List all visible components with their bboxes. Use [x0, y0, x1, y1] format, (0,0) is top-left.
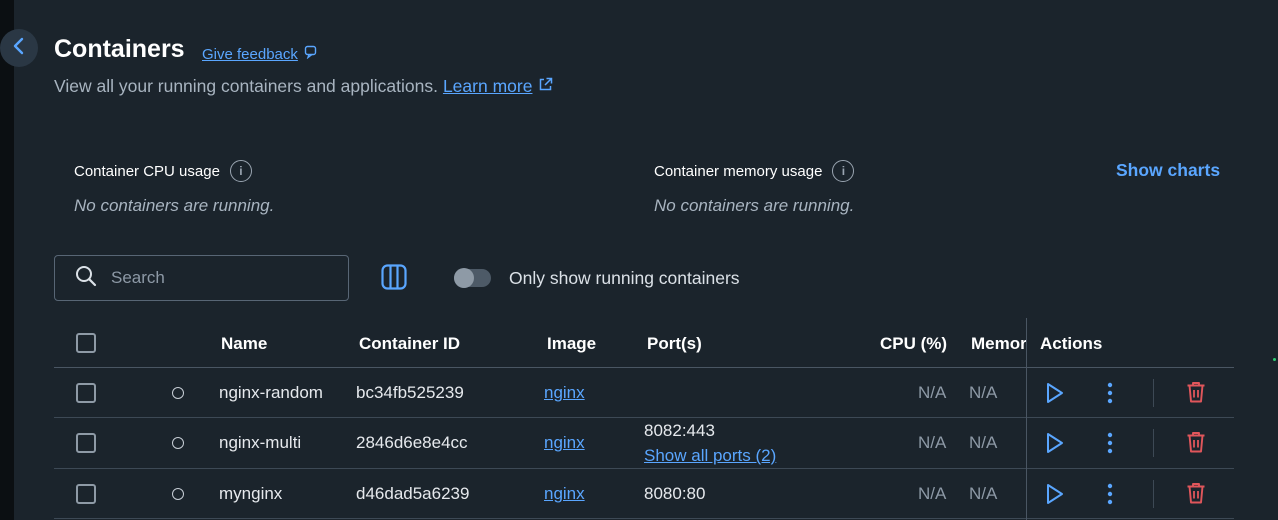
running-only-toggle[interactable]	[454, 268, 491, 288]
status-icon	[172, 437, 184, 449]
action-divider	[1153, 379, 1154, 407]
trash-icon[interactable]	[1186, 482, 1206, 509]
column-header-actions: Actions	[1040, 334, 1103, 353]
play-icon[interactable]	[1045, 483, 1065, 510]
page-subtitle: View all your running containers and app…	[54, 76, 553, 97]
cpu-value: N/A	[918, 383, 947, 402]
image-link[interactable]: nginx	[544, 484, 585, 504]
cpu-value: N/A	[918, 484, 947, 503]
running-only-label: Only show running containers	[509, 268, 740, 288]
container-id: 2846d6e8e4cc	[356, 433, 468, 452]
search-box[interactable]	[54, 255, 349, 301]
trash-icon[interactable]	[1186, 381, 1206, 408]
actions-column-divider	[1026, 318, 1027, 520]
chevron-left-icon	[12, 37, 26, 60]
memory-usage-empty: No containers are running.	[654, 196, 855, 215]
memory-value: N/A	[969, 383, 998, 402]
container-name[interactable]: nginx-random	[219, 383, 323, 403]
port-value: 8082:443	[644, 421, 715, 440]
subtitle-text: View all your running containers and app…	[54, 76, 438, 96]
column-header-cpu[interactable]: CPU (%)	[880, 334, 947, 354]
info-icon[interactable]: i	[229, 160, 252, 182]
container-name[interactable]: mynginx	[219, 484, 282, 504]
container-id: d46dad5a6239	[356, 484, 470, 503]
memory-usage-panel: Container memory usage i No containers a…	[654, 160, 855, 216]
column-header-image[interactable]: Image	[547, 334, 596, 354]
action-divider	[1153, 480, 1154, 508]
play-icon[interactable]	[1045, 432, 1065, 459]
search-icon	[75, 265, 97, 292]
container-name[interactable]: nginx-multi	[219, 433, 301, 453]
status-indicator-dot	[1273, 358, 1276, 361]
memory-value: N/A	[969, 484, 998, 503]
give-feedback-label: Give feedback	[202, 45, 298, 63]
more-vertical-icon[interactable]	[1107, 382, 1113, 409]
cpu-usage-panel: Container CPU usage i No containers are …	[74, 160, 274, 216]
select-all-checkbox[interactable]	[76, 333, 96, 353]
learn-more-link[interactable]: Learn more	[443, 76, 533, 97]
show-all-ports-link[interactable]: Show all ports (2)	[644, 446, 776, 466]
cpu-usage-empty: No containers are running.	[74, 196, 275, 215]
column-header-name[interactable]: Name	[221, 334, 267, 354]
image-link[interactable]: nginx	[544, 383, 585, 403]
trash-icon[interactable]	[1186, 431, 1206, 458]
table-row[interactable]: mynginx d46dad5a6239 nginx 8080:80 N/A N…	[54, 469, 1234, 519]
row-checkbox[interactable]	[76, 383, 96, 403]
row-checkbox[interactable]	[76, 484, 96, 504]
status-icon	[172, 488, 184, 500]
container-id: bc34fb525239	[356, 383, 464, 402]
column-header-container-id[interactable]: Container ID	[359, 334, 460, 354]
external-link-icon	[532, 76, 553, 97]
column-header-ports[interactable]: Port(s)	[647, 334, 702, 354]
status-icon	[172, 387, 184, 399]
show-charts-button[interactable]: Show charts	[1116, 160, 1220, 181]
memory-value: N/A	[969, 433, 998, 452]
columns-icon	[381, 264, 407, 294]
feedback-icon	[304, 45, 318, 63]
info-icon[interactable]: i	[832, 160, 855, 182]
memory-usage-label: Container memory usage	[654, 162, 823, 180]
play-icon[interactable]	[1045, 382, 1065, 409]
port-value: 8080:80	[644, 484, 706, 503]
more-vertical-icon[interactable]	[1107, 483, 1113, 510]
row-checkbox[interactable]	[76, 433, 96, 453]
table-row[interactable]: nginx-random bc34fb525239 nginx N/A N/A	[54, 368, 1234, 418]
action-divider	[1153, 429, 1154, 457]
cpu-usage-label: Container CPU usage	[74, 162, 220, 180]
column-header-memory[interactable]: Memor	[971, 334, 1026, 354]
image-link[interactable]: nginx	[544, 433, 585, 453]
give-feedback-link[interactable]: Give feedback	[202, 45, 318, 63]
toggle-knob	[454, 268, 474, 288]
table-row[interactable]: nginx-multi 2846d6e8e4cc nginx 8082:443 …	[54, 418, 1234, 469]
page-title: Containers	[54, 35, 185, 63]
cpu-value: N/A	[918, 433, 947, 452]
more-vertical-icon[interactable]	[1107, 432, 1113, 459]
search-input[interactable]	[111, 268, 331, 288]
left-sidebar-edge	[0, 0, 14, 520]
table-header: Name Container ID Image Port(s) CPU (%) …	[54, 318, 1234, 368]
back-button[interactable]	[0, 29, 38, 67]
columns-button[interactable]	[381, 264, 407, 295]
